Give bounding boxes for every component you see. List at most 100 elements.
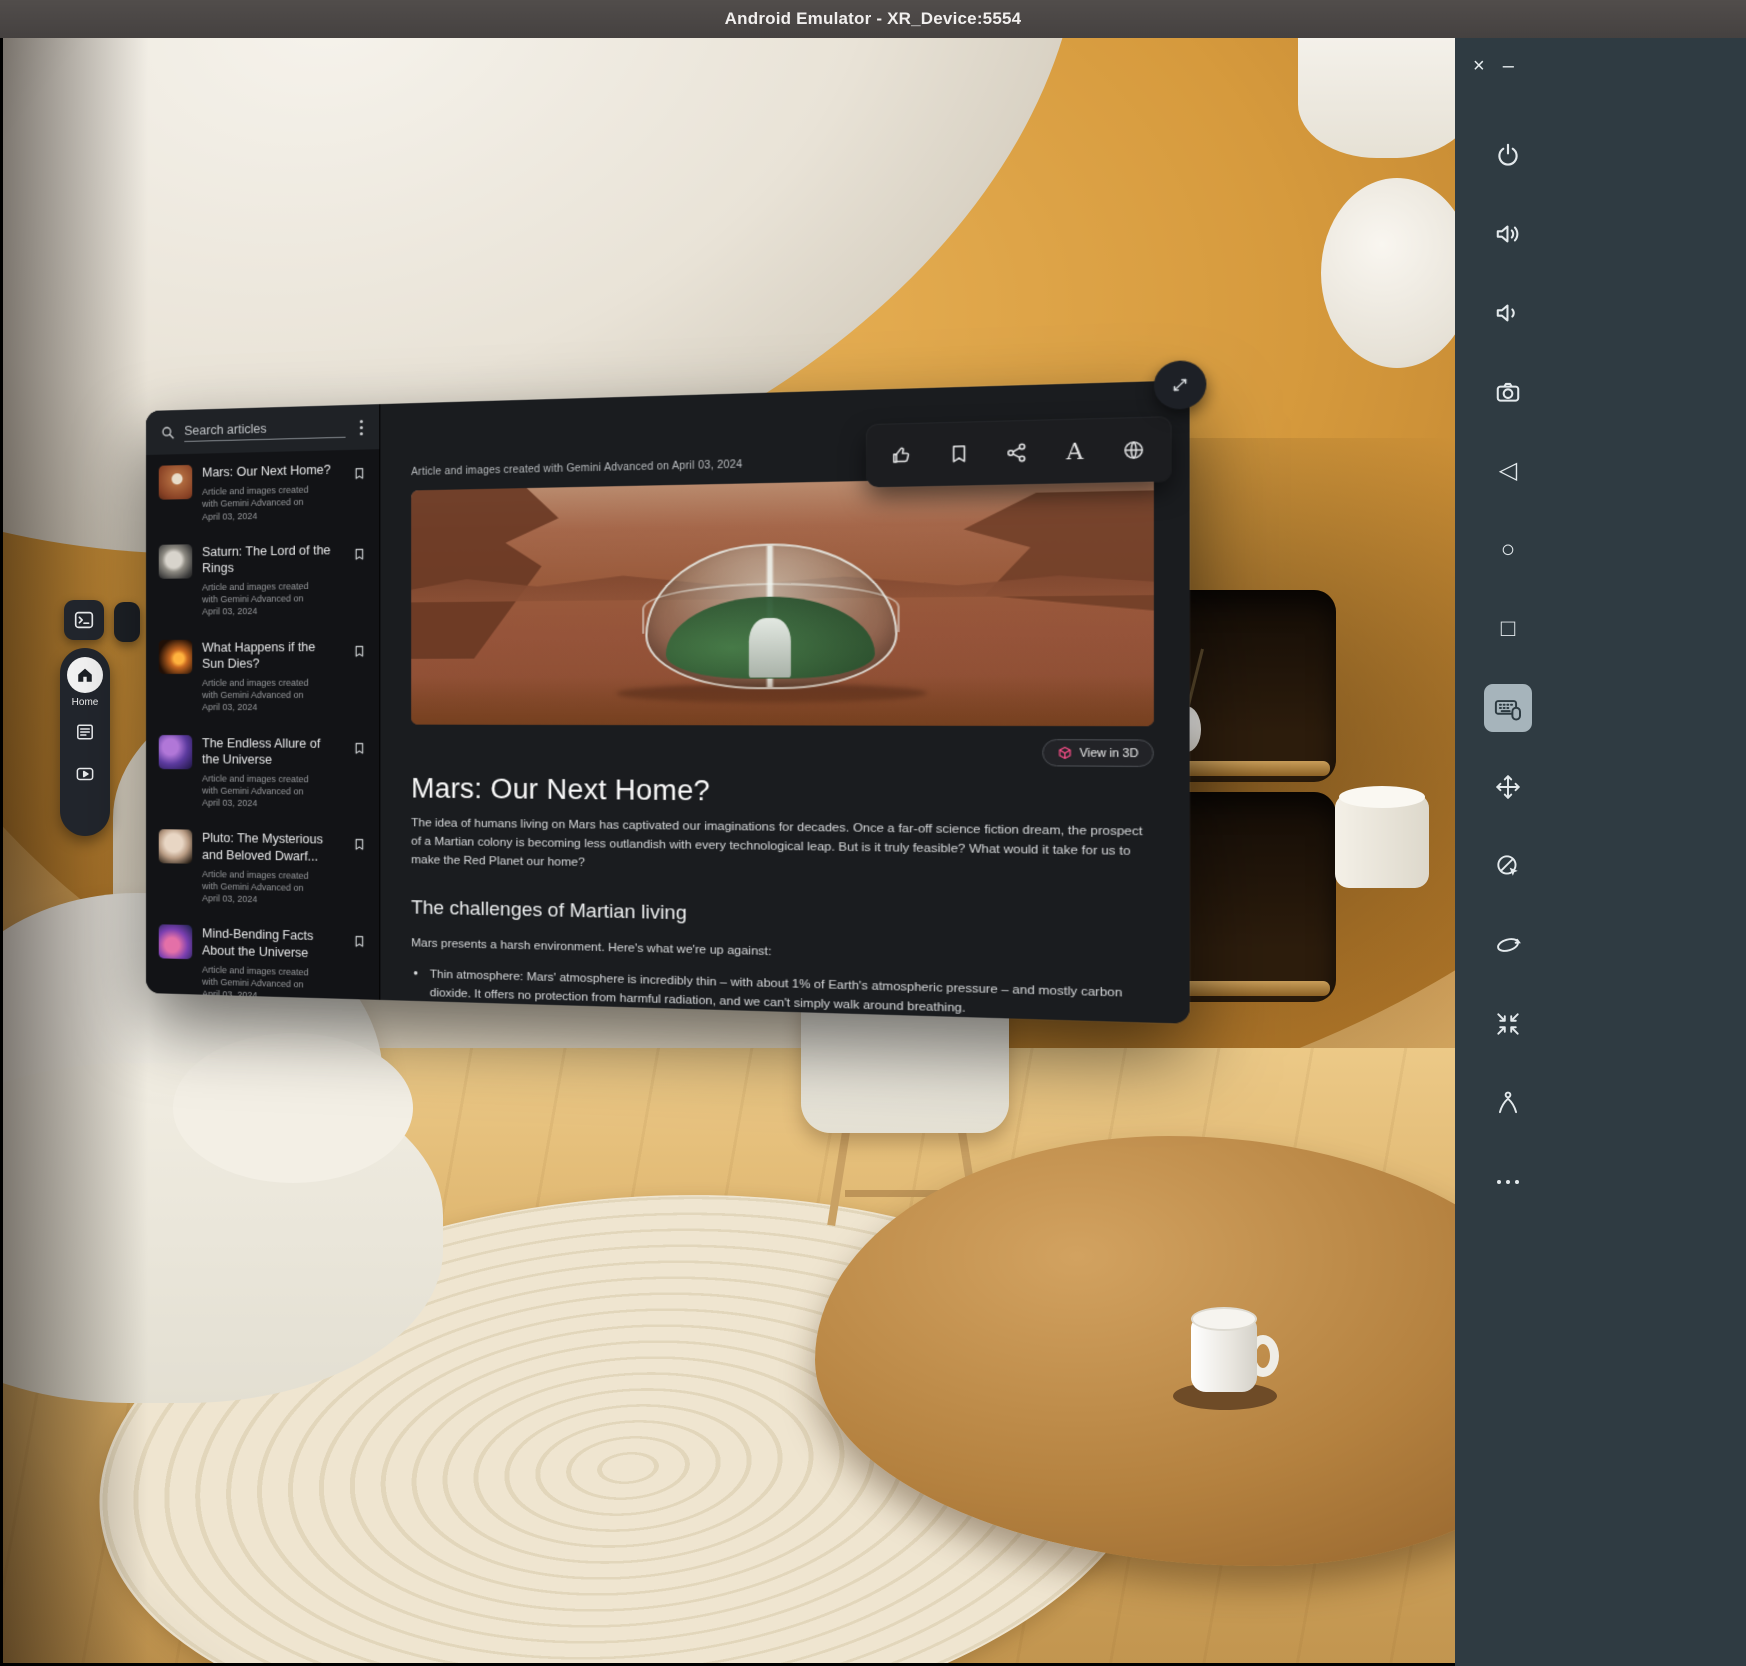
xr-viewport[interactable]: Home	[0, 38, 1455, 1666]
camera-icon	[1494, 378, 1522, 406]
dock-video-button[interactable]	[67, 756, 103, 792]
dock-feed-button[interactable]	[67, 714, 103, 750]
article-list-item[interactable]: The Endless Allure of the Universe Artic…	[146, 724, 379, 822]
power-icon	[1494, 141, 1522, 169]
search-input[interactable]	[184, 417, 345, 442]
dock-home-label: Home	[72, 697, 99, 708]
camera-button[interactable]	[1484, 368, 1532, 416]
terminal-chip[interactable]	[64, 600, 104, 640]
like-button[interactable]	[879, 433, 924, 477]
orbit-button[interactable]	[1484, 921, 1532, 969]
article-subtitle: Article and images created with Gemini A…	[202, 580, 314, 618]
keyboard-input-button[interactable]	[1484, 684, 1532, 732]
share-button[interactable]	[994, 430, 1040, 475]
toolbar-window-controls: × –	[1473, 56, 1514, 76]
more-options-icon[interactable]	[354, 415, 369, 439]
reset-zoom-button[interactable]	[1484, 1000, 1532, 1048]
article-thumbnail	[159, 830, 192, 865]
power-button[interactable]	[1484, 131, 1532, 179]
mars-dome	[645, 542, 897, 690]
side-table	[1335, 794, 1429, 888]
emulator-window: Android Emulator - XR_Device:5554	[0, 0, 1746, 1666]
article-list-item[interactable]: Pluto: The Mysterious and Beloved Dwarf.…	[146, 818, 379, 918]
article-thumbnail	[159, 639, 192, 673]
dock-pill: Home	[60, 648, 110, 836]
text-options-button[interactable]: A	[1051, 429, 1098, 474]
article-thumbnail	[159, 544, 192, 579]
dock-extra-chip[interactable]	[114, 602, 140, 642]
search-icon	[160, 424, 177, 441]
article-action-toolbar: A	[867, 417, 1170, 487]
hero-cliff	[411, 486, 623, 659]
keyboard-mouse-icon	[1493, 693, 1523, 723]
move-icon	[1494, 773, 1522, 801]
back-icon: ◁	[1499, 459, 1517, 483]
back-button[interactable]: ◁	[1484, 447, 1532, 495]
article-thumbnail	[159, 465, 192, 500]
volume-up-icon	[1494, 220, 1522, 248]
sofa-armrest	[173, 1033, 413, 1183]
article-list-item[interactable]: Saturn: The Lord of the Rings Article an…	[146, 530, 379, 629]
hero-foreground	[411, 676, 1154, 726]
motion-track-icon	[1494, 1089, 1522, 1117]
overview-button[interactable]: □	[1484, 605, 1532, 653]
minimize-button[interactable]: –	[1503, 56, 1514, 76]
volume-down-button[interactable]	[1484, 289, 1532, 337]
bookmark-icon[interactable]	[352, 934, 367, 950]
home-icon	[74, 664, 96, 686]
view-in-3d-button[interactable]: View in 3D	[1042, 739, 1154, 767]
section-heading: The challenges of Martian living	[411, 897, 1154, 935]
article-list-item[interactable]: Mars: Our Next Home? Article and images …	[146, 449, 379, 534]
font-size-icon: A	[1066, 438, 1083, 465]
article-list-item[interactable]: What Happens if the Sun Dies? Article an…	[146, 627, 379, 724]
article-title: Pluto: The Mysterious and Beloved Dwarf.…	[202, 830, 334, 865]
article-list-item[interactable]: Mind-Bending Facts About the Universe Ar…	[146, 913, 379, 1000]
window-title: Android Emulator - XR_Device:5554	[725, 9, 1022, 29]
rotate-view-button[interactable]	[1484, 842, 1532, 890]
article-subtitle: Article and images created with Gemini A…	[202, 868, 314, 907]
dome-door	[748, 618, 790, 678]
rotate-view-icon	[1494, 852, 1522, 880]
view-in-3d-label: View in 3D	[1080, 746, 1139, 759]
bookmark-icon[interactable]	[352, 740, 367, 755]
more-button[interactable]	[1484, 1158, 1532, 1206]
motion-tracking-button[interactable]	[1484, 1079, 1532, 1127]
article-title: Saturn: The Lord of the Rings	[202, 542, 334, 577]
article-heading: Mars: Our Next Home?	[411, 773, 1154, 812]
article-subtitle: Article and images created with Gemini A…	[202, 963, 314, 1000]
article-subtitle: Article and images created with Gemini A…	[202, 677, 314, 714]
bookmark-icon[interactable]	[352, 837, 367, 853]
article-intro: The idea of humans living on Mars has ca…	[411, 815, 1154, 882]
article-title: What Happens if the Sun Dies?	[202, 638, 334, 672]
bookmark-button[interactable]	[936, 432, 982, 476]
video-icon	[74, 763, 96, 785]
move-panel-button[interactable]	[1484, 763, 1532, 811]
article-reader-window: A Ma	[146, 380, 1190, 1023]
cube-3d-icon	[1057, 746, 1072, 760]
bookmark-icon	[946, 442, 971, 466]
globe-icon	[1121, 438, 1147, 463]
bookmark-icon[interactable]	[352, 546, 367, 562]
close-button[interactable]: ×	[1473, 56, 1485, 76]
bookmark-icon[interactable]	[352, 466, 367, 482]
window-titlebar[interactable]: Android Emulator - XR_Device:5554	[0, 0, 1746, 38]
resize-icon	[1168, 374, 1192, 397]
emulator-toolbar: × – ◁ ○ □	[1455, 38, 1746, 1666]
volume-down-icon	[1494, 299, 1522, 327]
more-icon	[1497, 1180, 1519, 1184]
dock-home-button[interactable]	[67, 657, 103, 693]
article-list: Mars: Our Next Home? Article and images …	[146, 449, 379, 1000]
article-title: Mars: Our Next Home?	[202, 461, 334, 481]
volume-up-button[interactable]	[1484, 210, 1532, 258]
orbit-icon	[1494, 931, 1522, 959]
share-icon	[1004, 441, 1029, 466]
room-ceiling-corner	[1298, 38, 1455, 158]
language-button[interactable]	[1110, 428, 1157, 473]
article-hero-image	[411, 475, 1154, 726]
section-intro: Mars presents a harsh environment. Here'…	[411, 938, 1154, 968]
home-button[interactable]: ○	[1484, 526, 1532, 574]
feed-icon	[74, 721, 96, 743]
bookmark-icon[interactable]	[352, 643, 367, 658]
mug-rim	[1191, 1307, 1257, 1331]
thumbs-up-icon	[890, 443, 915, 467]
